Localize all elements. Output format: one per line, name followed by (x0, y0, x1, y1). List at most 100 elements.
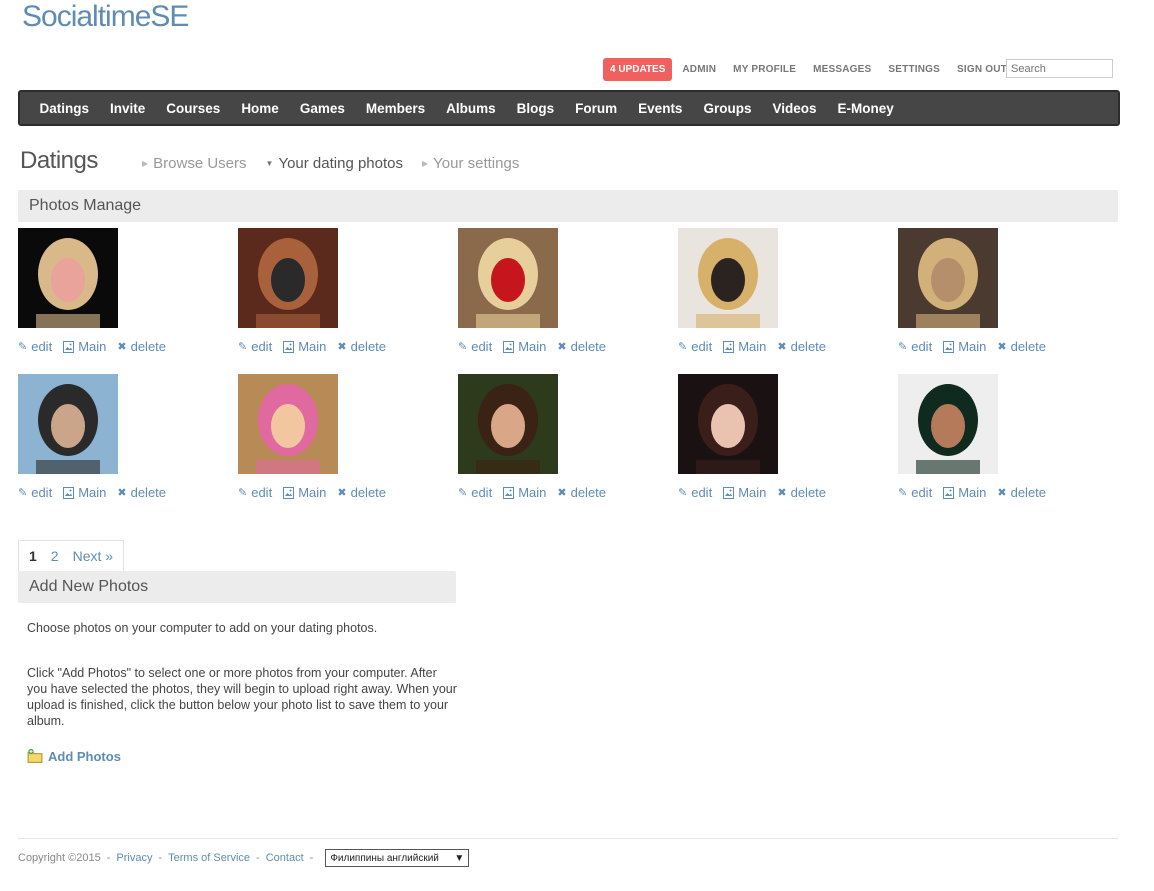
admin-link[interactable]: ADMIN (682, 64, 716, 75)
tab-your-settings[interactable]: ▶ Your settings (422, 155, 519, 172)
photo-actions: ✎ edit Main ✖ delete (898, 339, 1098, 354)
photo-thumbnail[interactable] (18, 228, 118, 328)
messages-link[interactable]: MESSAGES (813, 64, 871, 75)
edit-photo-link[interactable]: ✎ edit (238, 339, 272, 354)
delete-label: delete (790, 339, 827, 354)
image-icon (283, 486, 295, 499)
privacy-link[interactable]: Privacy (116, 852, 152, 864)
photo-thumbnail[interactable] (898, 374, 998, 474)
nav-datings[interactable]: Datings (40, 101, 90, 116)
nav-members[interactable]: Members (366, 101, 425, 116)
language-select[interactable]: Филиппины английский ▼ (325, 849, 470, 867)
pencil-icon: ✎ (458, 341, 468, 353)
search-input[interactable] (1006, 59, 1113, 78)
contact-link[interactable]: Contact (266, 852, 304, 864)
nav-e-money[interactable]: E-Money (838, 101, 894, 116)
edit-photo-link[interactable]: ✎ edit (458, 339, 492, 354)
nav-blogs[interactable]: Blogs (517, 101, 555, 116)
pencil-icon: ✎ (18, 487, 28, 499)
photo-actions: ✎ edit Main ✖ delete (678, 485, 878, 500)
photo-item: ✎ edit Main ✖ delete (458, 228, 658, 354)
delete-photo-link[interactable]: ✖ delete (557, 339, 606, 354)
close-icon: ✖ (777, 487, 787, 499)
nav-events[interactable]: Events (638, 101, 682, 116)
photo-thumbnail[interactable] (238, 228, 338, 328)
photo-actions: ✎ edit Main ✖ delete (238, 485, 438, 500)
close-icon: ✖ (997, 487, 1007, 499)
copyright: Copyright ©2015 (18, 852, 101, 864)
delete-photo-link[interactable]: ✖ delete (337, 485, 386, 500)
photo-thumbnail[interactable] (458, 228, 558, 328)
delete-photo-link[interactable]: ✖ delete (337, 339, 386, 354)
edit-label: edit (471, 485, 493, 500)
add-photos-intro: Choose photos on your computer to add on… (27, 621, 378, 635)
photo-thumbnail[interactable] (238, 374, 338, 474)
site-logo[interactable]: SocialtimeSE (22, 0, 189, 34)
delete-photo-link[interactable]: ✖ delete (997, 339, 1046, 354)
image-icon (723, 340, 735, 353)
set-main-photo-link[interactable]: Main (943, 485, 986, 500)
nav-groups[interactable]: Groups (703, 101, 751, 116)
edit-photo-link[interactable]: ✎ edit (238, 485, 272, 500)
set-main-photo-link[interactable]: Main (63, 485, 106, 500)
set-main-photo-link[interactable]: Main (943, 339, 986, 354)
set-main-photo-link[interactable]: Main (503, 339, 546, 354)
tab-browse-users[interactable]: ▶ Browse Users (142, 155, 247, 172)
pencil-icon: ✎ (238, 341, 248, 353)
set-main-photo-link[interactable]: Main (63, 339, 106, 354)
delete-photo-link[interactable]: ✖ delete (777, 339, 826, 354)
edit-photo-link[interactable]: ✎ edit (678, 485, 712, 500)
set-main-photo-link[interactable]: Main (723, 339, 766, 354)
settings-link[interactable]: SETTINGS (888, 64, 940, 75)
sign-out-link[interactable]: SIGN OUT (957, 64, 1007, 75)
edit-label: edit (251, 339, 273, 354)
edit-photo-link[interactable]: ✎ edit (458, 485, 492, 500)
main-label: Main (518, 485, 547, 500)
photo-thumbnail[interactable] (898, 228, 998, 328)
updates-badge[interactable]: 4 UPDATES (603, 57, 673, 81)
delete-photo-link[interactable]: ✖ delete (117, 485, 166, 500)
page-1-link[interactable]: 1 (29, 548, 37, 564)
photo-item: ✎ edit Main ✖ delete (18, 374, 218, 500)
close-icon: ✖ (337, 341, 347, 353)
edit-photo-link[interactable]: ✎ edit (898, 339, 932, 354)
delete-photo-link[interactable]: ✖ delete (997, 485, 1046, 500)
set-main-photo-link[interactable]: Main (503, 485, 546, 500)
photo-thumbnail[interactable] (458, 374, 558, 474)
language-value: Филиппины английский (330, 852, 439, 864)
nav-albums[interactable]: Albums (446, 101, 496, 116)
main-label: Main (78, 339, 107, 354)
edit-photo-link[interactable]: ✎ edit (18, 339, 52, 354)
nav-forum[interactable]: Forum (575, 101, 617, 116)
edit-photo-link[interactable]: ✎ edit (678, 339, 712, 354)
edit-photo-link[interactable]: ✎ edit (18, 485, 52, 500)
photo-thumbnail[interactable] (18, 374, 118, 474)
add-photos-description: Choose photos on your computer to add on… (27, 620, 457, 729)
terms-of-service-link[interactable]: Terms of Service (168, 852, 250, 864)
nav-courses[interactable]: Courses (166, 101, 220, 116)
delete-photo-link[interactable]: ✖ delete (777, 485, 826, 500)
nav-home[interactable]: Home (241, 101, 279, 116)
photo-thumbnail[interactable] (678, 228, 778, 328)
photo-thumbnail[interactable] (678, 374, 778, 474)
image-icon (283, 340, 295, 353)
main-label: Main (78, 485, 107, 500)
set-main-photo-link[interactable]: Main (723, 485, 766, 500)
my-profile-link[interactable]: MY PROFILE (733, 64, 796, 75)
next-page-link[interactable]: Next » (73, 548, 113, 564)
nav-games[interactable]: Games (300, 101, 345, 116)
tab-your-dating-photos[interactable]: ▼ Your dating photos (266, 155, 403, 172)
set-main-photo-link[interactable]: Main (283, 339, 326, 354)
nav-invite[interactable]: Invite (110, 101, 145, 116)
photo-item: ✎ edit Main ✖ delete (238, 374, 438, 500)
page-2-link[interactable]: 2 (51, 548, 59, 564)
edit-label: edit (691, 485, 713, 500)
close-icon: ✖ (337, 487, 347, 499)
add-photos-button[interactable]: Add Photos (27, 748, 121, 764)
nav-videos[interactable]: Videos (772, 101, 816, 116)
main-label: Main (958, 339, 987, 354)
set-main-photo-link[interactable]: Main (283, 485, 326, 500)
edit-photo-link[interactable]: ✎ edit (898, 485, 932, 500)
delete-photo-link[interactable]: ✖ delete (117, 339, 166, 354)
delete-photo-link[interactable]: ✖ delete (557, 485, 606, 500)
